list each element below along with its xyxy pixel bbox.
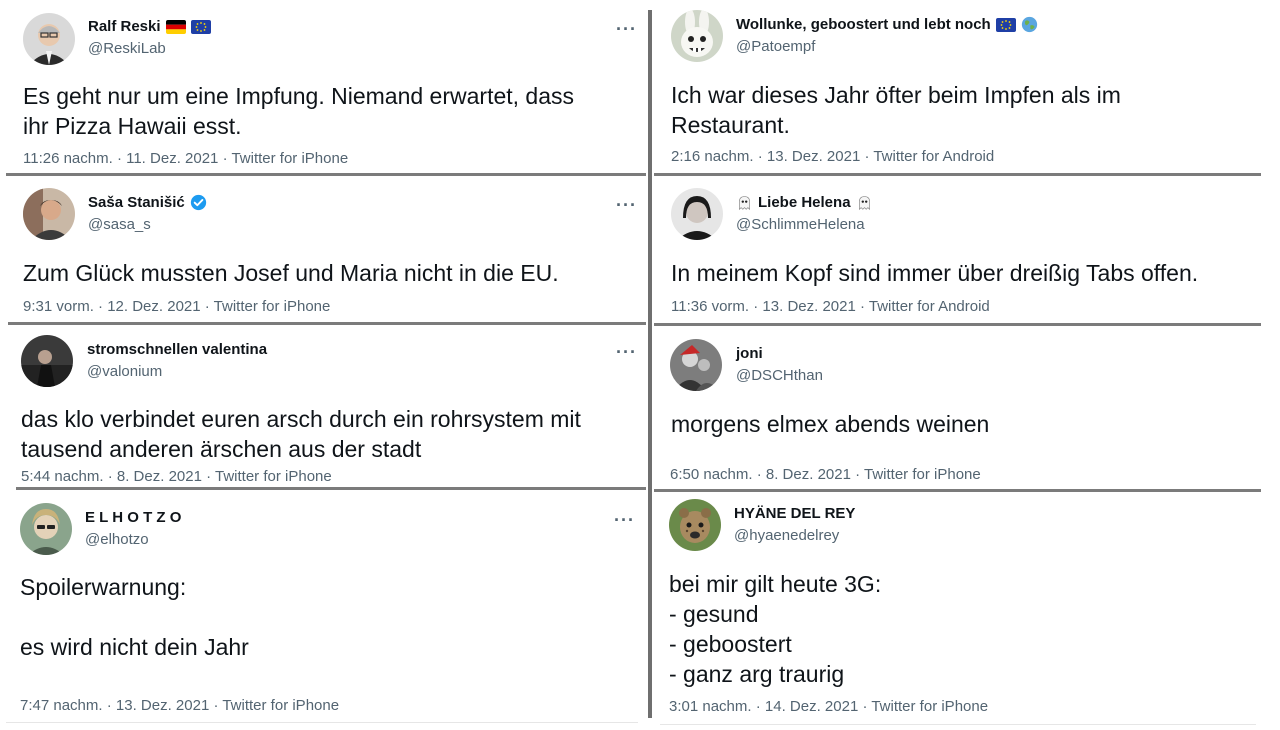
ghost-icon [856, 194, 873, 211]
user-handle[interactable]: @DSCHthan [736, 367, 823, 384]
user-handle[interactable]: @ReskiLab [88, 40, 166, 57]
avatar[interactable] [20, 503, 72, 555]
ghost-icon [736, 194, 753, 211]
divider [8, 322, 646, 325]
avatar[interactable] [671, 10, 723, 62]
more-options-icon[interactable]: ··· [616, 196, 637, 214]
user-handle[interactable]: @valonium [87, 363, 162, 380]
avatar[interactable] [23, 13, 75, 65]
display-name[interactable]: Wollunke, geboostert und lebt noch [736, 16, 991, 33]
tweet-text: das klo verbindet euren arsch durch ein … [21, 406, 581, 462]
user-handle[interactable]: @hyaenedelrey [734, 527, 839, 544]
divider [6, 722, 638, 723]
user-handle[interactable]: @sasa_s [88, 216, 151, 233]
tweet-card[interactable]: Ralf Reski @ReskiLab ··· Es geht nur um … [4, 4, 648, 174]
avatar[interactable] [671, 188, 723, 240]
tweet-timestamp[interactable]: 11:36 vorm. · 13. Dez. 2021 · Twitter fo… [671, 298, 990, 315]
display-name[interactable]: stromschnellen valentina [87, 341, 267, 358]
tweet-text: Es geht nur um eine Impfung. Niemand erw… [23, 83, 575, 139]
divider [16, 487, 646, 490]
tweet-card[interactable]: Wollunke, geboostert und lebt noch @Pato… [656, 4, 1262, 174]
tweet-card[interactable]: joni @DSCHthan morgens elmex abends wein… [656, 327, 1262, 488]
tweet-timestamp[interactable]: 7:47 nachm. · 13. Dez. 2021 · Twitter fo… [20, 697, 339, 714]
tweet-text: Zum Glück mussten Josef und Maria nicht … [23, 260, 559, 286]
tweet-text: In meinem Kopf sind immer über dreißig T… [671, 260, 1199, 286]
divider [654, 173, 1261, 176]
tweet-text: Ich war dieses Jahr öfter beim Impfen al… [671, 82, 1121, 138]
globe-icon [1021, 16, 1038, 33]
tweet-card[interactable]: HYÄNE DEL REY @hyaenedelrey bei mir gilt… [656, 492, 1262, 714]
display-name[interactable]: Ralf Reski [88, 18, 161, 35]
tweet-card[interactable]: stromschnellen valentina @valonium ··· d… [4, 327, 648, 488]
tweet-card[interactable]: Liebe Helena @SchlimmeHelena In meinem K… [656, 178, 1262, 323]
germany-flag-icon [165, 19, 186, 34]
display-name[interactable]: Liebe Helena [758, 194, 851, 211]
divider [654, 489, 1261, 492]
divider [648, 10, 652, 718]
tweet-card[interactable]: Saša Stanišić @sasa_s ··· Zum Glück muss… [4, 178, 648, 323]
more-options-icon[interactable]: ··· [616, 20, 637, 38]
display-name[interactable]: joni [736, 345, 763, 362]
eu-flag-icon [995, 17, 1016, 32]
user-handle[interactable]: @SchlimmeHelena [736, 216, 865, 233]
display-name[interactable]: HYÄNE DEL REY [734, 505, 855, 522]
more-options-icon[interactable]: ··· [614, 511, 635, 529]
avatar[interactable] [23, 188, 75, 240]
verified-badge-icon [190, 194, 207, 211]
tweet-text: Spoilerwarnung: es wird nicht dein Jahr [20, 574, 249, 660]
divider [6, 173, 646, 176]
more-options-icon[interactable]: ··· [616, 343, 637, 361]
display-name[interactable]: E L H O T Z O [85, 509, 181, 526]
tweet-timestamp[interactable]: 5:44 nachm. · 8. Dez. 2021 · Twitter for… [21, 468, 332, 485]
display-name[interactable]: Saša Stanišić [88, 194, 185, 211]
tweet-timestamp[interactable]: 2:16 nachm. · 13. Dez. 2021 · Twitter fo… [671, 148, 994, 165]
tweet-timestamp[interactable]: 11:26 nachm. · 11. Dez. 2021 · Twitter f… [23, 150, 348, 167]
tweet-text: bei mir gilt heute 3G: - gesund - geboos… [669, 571, 882, 687]
tweet-card[interactable]: E L H O T Z O @elhotzo ··· Spoilerwarnun… [4, 492, 648, 714]
user-handle[interactable]: @Patoempf [736, 38, 815, 55]
user-handle[interactable]: @elhotzo [85, 531, 149, 548]
avatar[interactable] [670, 339, 722, 391]
tweet-timestamp[interactable]: 6:50 nachm. · 8. Dez. 2021 · Twitter for… [670, 466, 981, 483]
tweet-timestamp[interactable]: 9:31 vorm. · 12. Dez. 2021 · Twitter for… [23, 298, 330, 315]
avatar[interactable] [21, 335, 73, 387]
tweet-text: morgens elmex abends weinen [671, 411, 990, 437]
tweet-timestamp[interactable]: 3:01 nachm. · 14. Dez. 2021 · Twitter fo… [669, 698, 988, 714]
eu-flag-icon [190, 19, 211, 34]
avatar[interactable] [669, 499, 721, 551]
divider [660, 724, 1256, 725]
divider [654, 323, 1261, 326]
